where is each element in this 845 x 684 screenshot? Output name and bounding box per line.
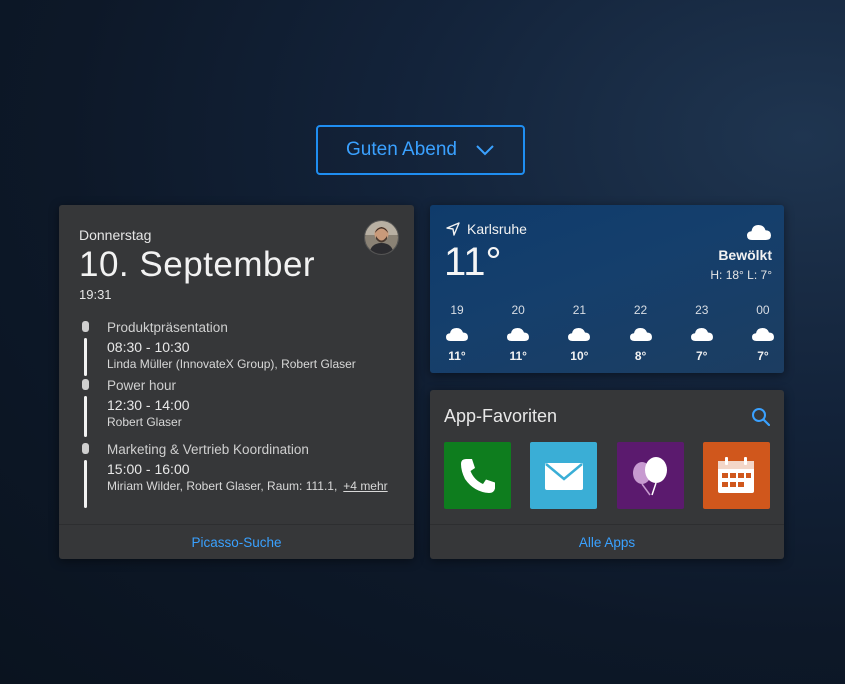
hourly-item: 22 8° (628, 303, 654, 363)
app-favorites-title: App-Favoriten (444, 406, 558, 426)
greeting-label: Guten Abend (346, 139, 457, 160)
hourly-item: 20 11° (505, 303, 531, 363)
app-favorites-card: App-Favoriten Alle Apps (430, 390, 784, 559)
event-duration-bar (84, 338, 87, 376)
list-item[interactable]: Produktpräsentation 08:30 - 10:30 Linda … (79, 319, 399, 377)
hourly-item: 23 7° (689, 303, 715, 363)
event-attendees: Linda Müller (InnovateX Group), Robert G… (107, 357, 356, 371)
cloud-icon (446, 328, 468, 341)
event-dot (82, 321, 89, 332)
current-temperature: 11° (444, 240, 502, 284)
messenger-app-tile[interactable] (616, 442, 684, 509)
high-low: H: 18° L: 7° (710, 268, 772, 282)
cloud-icon (751, 328, 774, 341)
current-time: 19:31 (79, 287, 112, 302)
cloud-icon (507, 328, 530, 341)
forecast-hour: 20 (511, 303, 525, 317)
balloons-icon (633, 456, 668, 495)
event-list: Produktpräsentation 08:30 - 10:30 Linda … (79, 319, 399, 511)
location-name: Karlsruhe (467, 221, 527, 237)
all-apps-link[interactable]: Alle Apps (430, 524, 784, 559)
event-attendees: Robert Glaser (107, 415, 182, 429)
cloud-icon (629, 328, 652, 341)
forecast-temp: 10° (570, 349, 589, 363)
event-duration-bar (84, 460, 87, 508)
phone-app-tile[interactable] (444, 442, 511, 509)
weather-card[interactable]: Karlsruhe 11° Bewölkt H: 18° L: 7° 19 11… (430, 205, 784, 373)
forecast-temp: 8° (634, 349, 647, 363)
event-time: 15:00 - 16:00 (107, 461, 190, 477)
event-title: Power hour (107, 378, 177, 393)
mail-app-tile[interactable] (530, 442, 598, 509)
more-attendees-link[interactable]: +4 mehr (343, 479, 387, 493)
list-item[interactable]: Power hour 12:30 - 14:00 Robert Glaser (79, 377, 399, 441)
hourly-forecast: 19 11° 20 11° 21 10° 22 8° 23 7° 00 7° (444, 303, 776, 363)
forecast-temp: 7° (757, 349, 769, 363)
weather-condition: Bewölkt (718, 247, 772, 263)
event-time: 12:30 - 14:00 (107, 397, 190, 413)
event-title: Marketing & Vertrieb Koordination (107, 442, 309, 457)
forecast-temp: 11° (509, 349, 527, 363)
cloud-icon (747, 225, 771, 240)
calendar-app-tile[interactable] (702, 442, 770, 509)
calendar-icon (718, 456, 755, 493)
cloud-icon (690, 328, 713, 341)
date-heading: 10. September (79, 245, 316, 284)
event-duration-bar (84, 396, 87, 437)
chevron-down-icon (476, 145, 494, 156)
list-item[interactable]: Marketing & Vertrieb Koordination 15:00 … (79, 441, 399, 511)
forecast-hour: 00 (756, 303, 770, 317)
event-dot (82, 443, 89, 454)
location-arrow-icon (446, 222, 460, 236)
forecast-hour: 23 (695, 303, 709, 317)
forecast-hour: 21 (572, 303, 587, 317)
event-attendees: Miriam Wilder, Robert Glaser, Raum: 111.… (107, 478, 399, 494)
phone-icon (460, 458, 495, 493)
forecast-hour: 19 (450, 303, 464, 317)
app-favorites-list (444, 442, 770, 509)
greeting-dropdown[interactable]: Guten Abend (316, 125, 525, 175)
event-time: 08:30 - 10:30 (107, 339, 190, 355)
forecast-temp: 7° (696, 349, 708, 363)
weekday: Donnerstag (79, 227, 152, 243)
picasso-search-link[interactable]: Picasso-Suche (59, 524, 414, 559)
cloud-icon (568, 328, 591, 341)
hourly-item: 19 11° (444, 303, 470, 363)
event-attendees-text: Miriam Wilder, Robert Glaser, Raum: 111.… (107, 479, 338, 493)
calendar-card: Donnerstag 10. September 19:31 Produktpr… (59, 205, 414, 559)
hourly-item: 21 10° (566, 303, 592, 363)
weather-location: Karlsruhe (446, 221, 527, 237)
hourly-item: 00 7° (750, 303, 776, 363)
mail-icon (544, 462, 583, 490)
search-icon[interactable] (751, 407, 770, 426)
forecast-temp: 11° (448, 349, 466, 363)
event-title: Produktpräsentation (107, 320, 228, 335)
forecast-hour: 22 (633, 303, 648, 317)
event-dot (82, 379, 89, 390)
avatar[interactable] (364, 220, 399, 255)
